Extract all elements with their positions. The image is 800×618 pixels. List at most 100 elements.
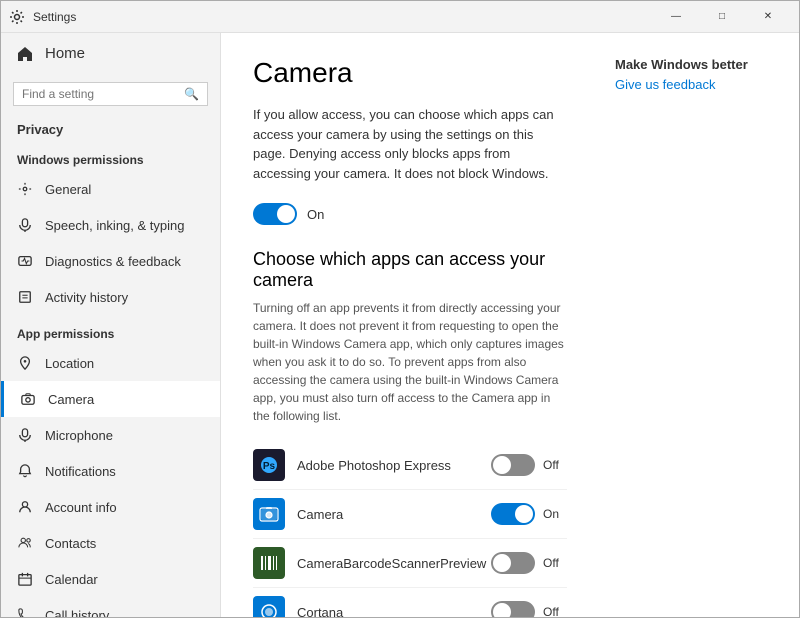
app-cortana-toggle-label: Off — [543, 605, 567, 617]
app-icon-photoshop: Ps — [253, 449, 285, 481]
camera-label: Camera — [48, 392, 94, 407]
app-item-cortana: Cortana Off — [253, 588, 567, 617]
app-camera-name-block: Camera — [297, 507, 491, 522]
feedback-title: Make Windows better — [615, 57, 783, 72]
app-item-barcode: CameraBarcodeScannerPreview Off — [253, 539, 567, 588]
app-icon-camera — [253, 498, 285, 530]
titlebar: Settings — □ ✕ — [1, 1, 799, 33]
close-button[interactable]: ✕ — [745, 1, 791, 33]
toggle-knob — [515, 505, 533, 523]
app-barcode-toggle-group: Off — [491, 552, 567, 574]
app-barcode-name-block: CameraBarcodeScannerPreview — [297, 556, 491, 571]
location-icon — [17, 355, 33, 371]
search-box[interactable]: 🔍 — [13, 82, 208, 106]
callhistory-icon — [17, 607, 33, 617]
titlebar-controls: — □ ✕ — [653, 1, 791, 33]
apps-section-title: Choose which apps can access your camera — [253, 249, 567, 291]
contacts-icon — [17, 535, 33, 551]
app-icon-barcode — [253, 547, 285, 579]
app-camera-toggle[interactable] — [491, 503, 535, 525]
apps-section-desc: Turning off an app prevents it from dire… — [253, 299, 567, 425]
toggle-knob — [493, 456, 511, 474]
sidebar-item-callhistory[interactable]: Call history — [1, 597, 220, 617]
sidebar: Home 🔍 Privacy Windows permissions Gener… — [1, 33, 221, 617]
privacy-label: Privacy — [1, 114, 220, 141]
callhistory-label: Call history — [45, 608, 109, 618]
camera-description: If you allow access, you can choose whic… — [253, 105, 567, 183]
toggle-knob — [493, 554, 511, 572]
sidebar-item-speech[interactable]: Speech, inking, & typing — [1, 207, 220, 243]
microphone-icon — [17, 427, 33, 443]
activity-icon — [17, 289, 33, 305]
right-panel: Make Windows better Give us feedback — [599, 33, 799, 617]
app-list: Ps Adobe Photoshop Express Off — [253, 441, 567, 617]
sidebar-home[interactable]: Home — [1, 33, 220, 74]
app-cortana-toggle[interactable] — [491, 601, 535, 617]
speech-icon — [17, 217, 33, 233]
page-title: Camera — [253, 57, 567, 89]
search-icon: 🔍 — [184, 87, 199, 101]
sidebar-item-activity[interactable]: Activity history — [1, 279, 220, 315]
sidebar-item-diagnostics[interactable]: Diagnostics & feedback — [1, 243, 220, 279]
notifications-icon — [17, 463, 33, 479]
speech-label: Speech, inking, & typing — [45, 218, 184, 233]
app-photoshop-toggle-group: Off — [491, 454, 567, 476]
calendar-icon — [17, 571, 33, 587]
app-cortana-toggle-group: Off — [491, 601, 567, 617]
app-camera-toggle-group: On — [491, 503, 567, 525]
app-barcode-toggle-label: Off — [543, 556, 567, 570]
app-photoshop-name-block: Adobe Photoshop Express — [297, 458, 491, 473]
app-item-camera: Camera On — [253, 490, 567, 539]
toggle-knob — [493, 603, 511, 617]
account-label: Account info — [45, 500, 117, 515]
app-photoshop-toggle[interactable] — [491, 454, 535, 476]
main-toggle-row: On — [253, 203, 567, 225]
main-content: Camera If you allow access, you can choo… — [221, 33, 599, 617]
general-label: General — [45, 182, 91, 197]
microphone-label: Microphone — [45, 428, 113, 443]
titlebar-left: Settings — [9, 9, 76, 25]
contacts-label: Contacts — [45, 536, 96, 551]
windows-permissions-label: Windows permissions — [1, 141, 220, 171]
app-item-photoshop: Ps Adobe Photoshop Express Off — [253, 441, 567, 490]
home-label: Home — [45, 45, 85, 62]
search-input[interactable] — [22, 87, 184, 101]
app-photoshop-name: Adobe Photoshop Express — [297, 458, 491, 473]
diagnostics-label: Diagnostics & feedback — [45, 254, 181, 269]
app-camera-toggle-label: On — [543, 507, 567, 521]
diagnostics-icon — [17, 253, 33, 269]
minimize-button[interactable]: — — [653, 1, 699, 33]
camera-nav-icon — [20, 391, 36, 407]
maximize-button[interactable]: □ — [699, 1, 745, 33]
app-permissions-label: App permissions — [1, 315, 220, 345]
sidebar-item-account[interactable]: Account info — [1, 489, 220, 525]
app-cortana-name-block: Cortana — [297, 605, 491, 618]
titlebar-title: Settings — [33, 10, 76, 24]
general-icon — [17, 181, 33, 197]
app-barcode-name: CameraBarcodeScannerPreview — [297, 556, 491, 571]
notifications-label: Notifications — [45, 464, 116, 479]
location-label: Location — [45, 356, 94, 371]
settings-icon — [9, 9, 25, 25]
feedback-link[interactable]: Give us feedback — [615, 77, 715, 92]
camera-main-toggle[interactable] — [253, 203, 297, 225]
app-icon-cortana — [253, 596, 285, 617]
activity-label: Activity history — [45, 290, 128, 305]
toggle-on-label: On — [307, 207, 324, 222]
sidebar-item-microphone[interactable]: Microphone — [1, 417, 220, 453]
app-photoshop-toggle-label: Off — [543, 458, 567, 472]
sidebar-item-notifications[interactable]: Notifications — [1, 453, 220, 489]
svg-text:Ps: Ps — [263, 461, 276, 472]
app-cortana-name: Cortana — [297, 605, 491, 618]
sidebar-item-camera[interactable]: Camera — [1, 381, 220, 417]
app-barcode-toggle[interactable] — [491, 552, 535, 574]
sidebar-item-contacts[interactable]: Contacts — [1, 525, 220, 561]
sidebar-item-location[interactable]: Location — [1, 345, 220, 381]
sidebar-item-calendar[interactable]: Calendar — [1, 561, 220, 597]
account-icon — [17, 499, 33, 515]
app-camera-name: Camera — [297, 507, 491, 522]
sidebar-item-general[interactable]: General — [1, 171, 220, 207]
toggle-knob — [277, 205, 295, 223]
home-icon — [17, 46, 33, 62]
calendar-label: Calendar — [45, 572, 98, 587]
